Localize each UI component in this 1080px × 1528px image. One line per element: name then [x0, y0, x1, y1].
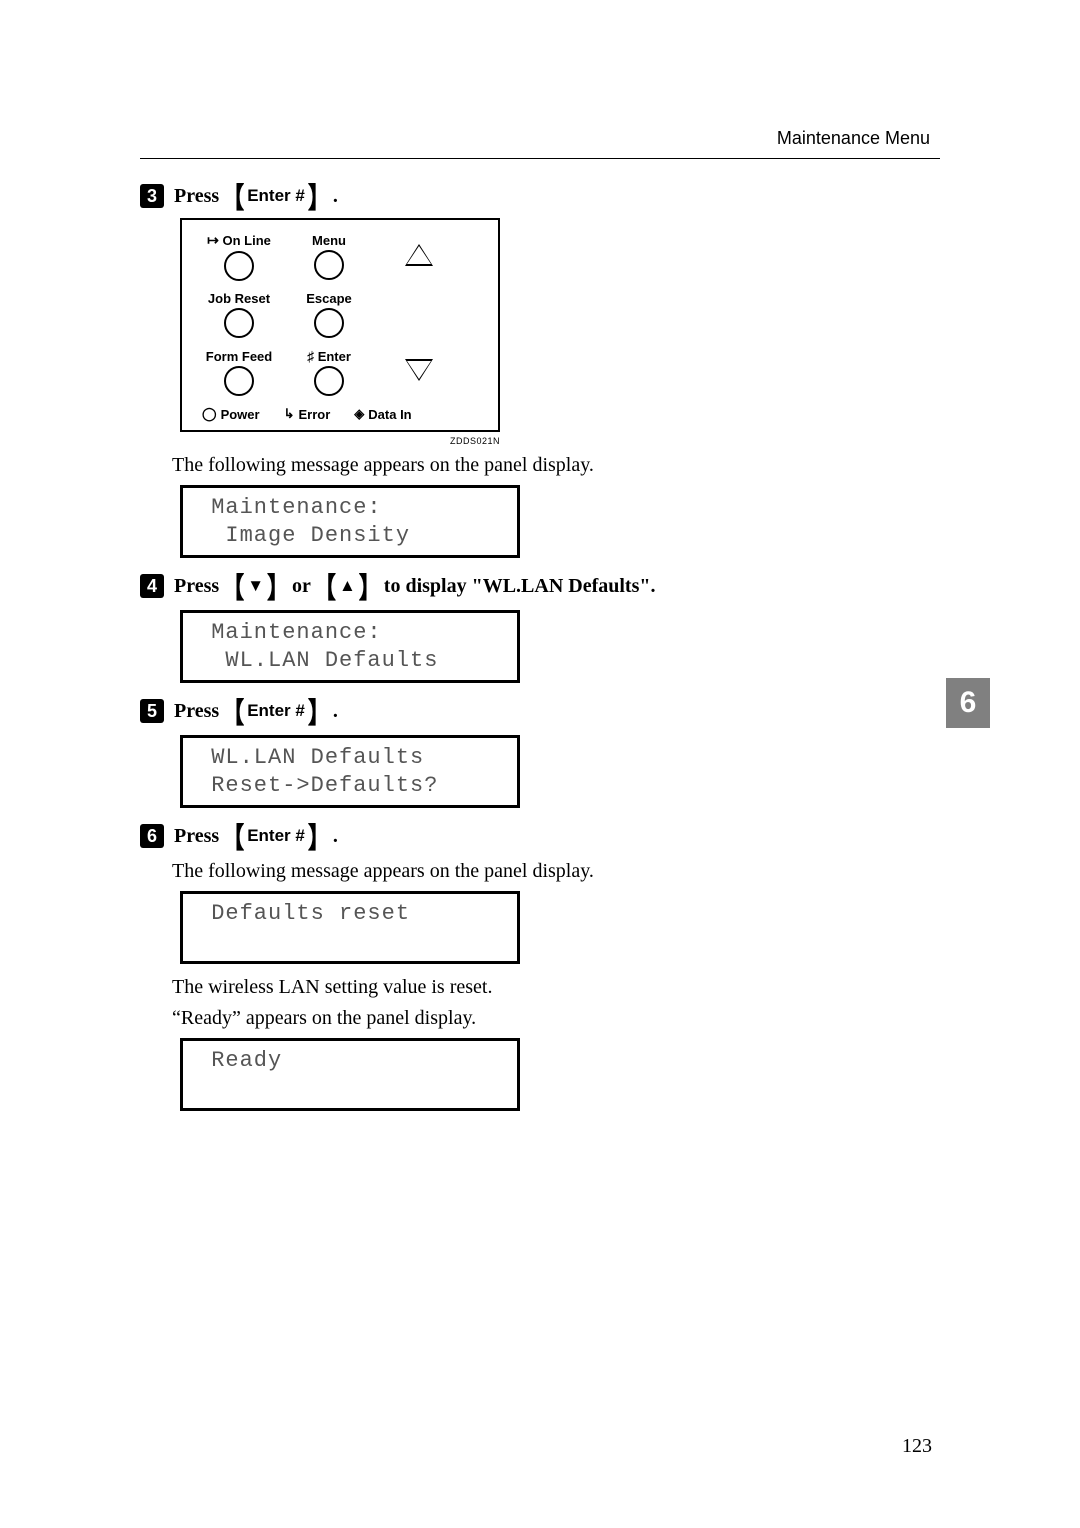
step-3: 3 Press 【 Enter # 】 . [140, 180, 940, 212]
down-arrow-button[interactable] [407, 361, 431, 379]
up-arrow-button[interactable] [407, 246, 431, 264]
step-6: 6 Press 【 Enter # 】 . [140, 820, 940, 852]
datain-icon: ◈ [354, 406, 364, 422]
lcd-display-1: Maintenance: Image Density [180, 485, 520, 558]
step6-body1: The following message appears on the pan… [172, 860, 940, 883]
jobreset-label: Job Reset [194, 291, 284, 306]
enter-key-label: Enter # [247, 701, 305, 721]
step-number-4: 4 [140, 574, 164, 598]
chapter-tab: 6 [946, 678, 990, 728]
step4-pre: Press [174, 575, 219, 598]
lcd-display-2: Maintenance: WL.LAN Defaults [180, 610, 520, 683]
step-number-5: 5 [140, 699, 164, 723]
enter-key-label: Enter # [247, 186, 305, 206]
power-icon: ◯ [202, 406, 217, 422]
step-5: 5 Press 【 Enter # 】 . [140, 695, 940, 727]
step3-pre: Press [174, 185, 219, 208]
enter-key-label: Enter # [247, 826, 305, 846]
bracket-close-icon: 】 [307, 690, 331, 732]
step6-body2: The wireless LAN setting value is reset. [172, 976, 940, 999]
step-number-3: 3 [140, 184, 164, 208]
lcd-display-3: WL.LAN Defaults Reset->Defaults? [180, 735, 520, 808]
down-key-icon: ▼ [247, 576, 264, 596]
bracket-close-icon: 】 [358, 565, 382, 607]
online-label: On Line [222, 233, 270, 248]
enter-button[interactable] [314, 366, 344, 396]
step4-mid: or [292, 575, 311, 598]
formfeed-button[interactable] [224, 366, 254, 396]
lcd-text-3: WL.LAN Defaults Reset->Defaults? [197, 744, 503, 799]
lcd-text-1: Maintenance: Image Density [197, 494, 503, 549]
menu-button[interactable] [314, 250, 344, 280]
bracket-open-icon: 【 [221, 565, 245, 607]
bracket-open-icon: 【 [221, 815, 245, 857]
menu-label: Menu [284, 233, 374, 248]
online-button[interactable] [224, 251, 254, 281]
page-number: 123 [902, 1435, 932, 1458]
error-icon: ↳ [284, 406, 295, 422]
lcd-display-5: Ready [180, 1038, 520, 1111]
step-number-6: 6 [140, 824, 164, 848]
lcd-text-2: Maintenance: WL.LAN Defaults [197, 619, 503, 674]
lcd-display-4: Defaults reset [180, 891, 520, 964]
bracket-open-icon: 【 [221, 690, 245, 732]
header-rule [140, 158, 940, 159]
lcd-text-4: Defaults reset [197, 900, 503, 955]
online-icon: ↦ [207, 232, 219, 248]
bracket-close-icon: 】 [266, 565, 290, 607]
escape-button[interactable] [314, 308, 344, 338]
hash-icon: ♯ [307, 348, 314, 364]
bracket-open-icon: 【 [313, 565, 337, 607]
step5-post: . [333, 700, 338, 723]
step4-post: to display "WL.LAN Defaults". [384, 575, 656, 598]
jobreset-button[interactable] [224, 308, 254, 338]
diagram-code: ZDDS021N [180, 436, 500, 446]
up-key-icon: ▲ [339, 576, 356, 596]
step3-body: The following message appears on the pan… [172, 454, 940, 477]
power-label: Power [221, 407, 260, 422]
step6-post: . [333, 825, 338, 848]
formfeed-label: Form Feed [194, 349, 284, 364]
header-section: Maintenance Menu [777, 128, 930, 149]
step-4: 4 Press 【 ▼ 】 or 【 ▲ 】 to display "WL.LA… [140, 570, 940, 602]
bracket-close-icon: 】 [307, 815, 331, 857]
bracket-close-icon: 】 [307, 175, 331, 217]
control-panel-diagram: ↦ On Line Menu Job Reset [180, 218, 500, 432]
escape-label: Escape [284, 291, 374, 306]
step6-pre: Press [174, 825, 219, 848]
step6-body3: “Ready” appears on the panel display. [172, 1007, 940, 1030]
bracket-open-icon: 【 [221, 175, 245, 217]
error-label: Error [298, 407, 330, 422]
step3-post: . [333, 185, 338, 208]
step5-pre: Press [174, 700, 219, 723]
lcd-text-5: Ready [197, 1047, 503, 1102]
datain-label: Data In [368, 407, 411, 422]
enter-label: Enter [318, 349, 351, 364]
